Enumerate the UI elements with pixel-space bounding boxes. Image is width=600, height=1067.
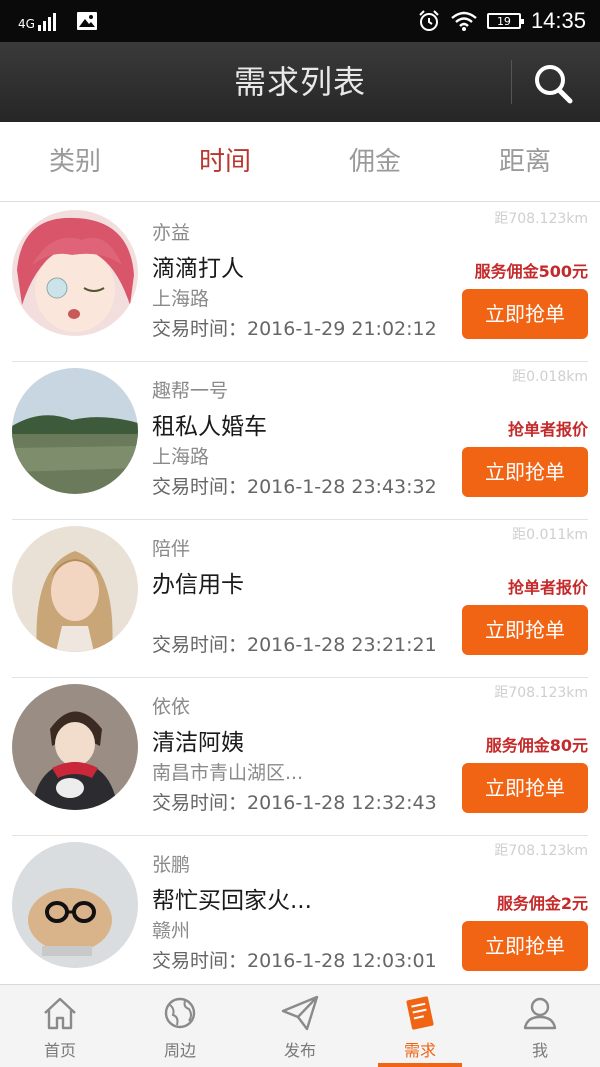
- item-time: 交易时间：2016-1-29 21:02:12: [152, 318, 437, 340]
- avatar: [12, 684, 138, 810]
- item-distance: 距708.123km: [494, 843, 588, 859]
- network-type: 4G: [18, 17, 35, 31]
- search-icon: [535, 65, 573, 104]
- item-title: 滴滴打人: [152, 256, 244, 282]
- battery-level: 19: [496, 14, 511, 28]
- clock: 14:35: [530, 8, 586, 33]
- item-title: 清洁阿姨: [152, 730, 244, 756]
- user-name: 亦益: [152, 222, 191, 244]
- nav-publish[interactable]: 发布: [240, 985, 360, 1067]
- item-title: 租私人婚车: [152, 414, 267, 440]
- alarm-icon: [419, 10, 439, 31]
- document-icon: [406, 996, 434, 1030]
- list-item[interactable]: 亦益 滴滴打人 上海路 交易时间：2016-1-29 21:02:12 距708…: [12, 204, 588, 362]
- list-item[interactable]: 依依 清洁阿姨 南昌市青山湖区... 交易时间：2016-1-28 12:32:…: [12, 678, 588, 836]
- avatar: [12, 368, 138, 494]
- battery-icon: 19: [486, 13, 524, 29]
- demand-list: 亦益 滴滴打人 上海路 交易时间：2016-1-29 21:02:12 距708…: [0, 204, 600, 994]
- item-location: 赣州: [152, 920, 191, 942]
- tab-category[interactable]: 类别: [0, 122, 150, 201]
- item-distance: 距708.123km: [494, 685, 588, 701]
- list-item[interactable]: 陪伴 办信用卡 交易时间：2016-1-28 23:21:21 距0.011km…: [12, 520, 588, 678]
- globe-icon: [164, 997, 196, 1029]
- nav-label: 需求: [403, 1041, 436, 1060]
- item-price: 抢单者报价: [507, 420, 588, 439]
- item-time: 交易时间：2016-1-28 23:43:32: [152, 476, 437, 498]
- item-distance: 距0.018km: [512, 369, 588, 385]
- avatar: [12, 526, 138, 652]
- tab-commission[interactable]: 佣金: [300, 122, 450, 201]
- item-distance: 距0.011km: [512, 527, 588, 543]
- signal-icon: 4G: [18, 11, 62, 31]
- page-title: 需求列表: [233, 63, 366, 101]
- send-icon: [281, 995, 319, 1031]
- list-item[interactable]: 张鹏 帮忙买回家火... 赣州 交易时间：2016-1-28 12:03:01 …: [12, 836, 588, 994]
- grab-order-button[interactable]: 立即抢单: [462, 605, 588, 655]
- user-name: 陪伴: [152, 538, 191, 560]
- item-title: 帮忙买回家火...: [152, 888, 312, 914]
- grab-order-button[interactable]: 立即抢单: [462, 763, 588, 813]
- nav-home[interactable]: 首页: [0, 985, 120, 1067]
- item-location: 上海路: [152, 446, 210, 468]
- item-price: 服务佣金80元: [485, 736, 588, 755]
- nav-label: 首页: [43, 1041, 76, 1060]
- user-name: 依依: [152, 696, 191, 718]
- item-time: 交易时间：2016-1-28 12:32:43: [152, 792, 437, 814]
- app-header: 需求列表: [0, 42, 600, 122]
- nav-label: 我: [531, 1041, 548, 1060]
- status-bar: 4G 19 14:35: [0, 0, 600, 42]
- grab-order-button[interactable]: 立即抢单: [462, 921, 588, 971]
- nav-label: 发布: [283, 1041, 316, 1060]
- avatar: [12, 210, 138, 336]
- item-time: 交易时间：2016-1-28 23:21:21: [152, 634, 437, 656]
- header-divider: [511, 60, 512, 104]
- grab-order-button[interactable]: 立即抢单: [462, 447, 588, 497]
- user-icon: [523, 997, 557, 1030]
- avatar: [12, 842, 138, 968]
- item-price: 服务佣金2元: [496, 894, 588, 913]
- grab-order-button[interactable]: 立即抢单: [462, 289, 588, 339]
- item-location: 上海路: [152, 288, 210, 310]
- item-title: 办信用卡: [152, 572, 244, 598]
- image-icon: [76, 12, 97, 30]
- user-name: 趣帮一号: [152, 380, 229, 402]
- home-icon: [44, 997, 76, 1030]
- item-location: 南昌市青山湖区...: [152, 762, 304, 784]
- nav-nearby[interactable]: 周边: [120, 985, 240, 1067]
- search-button[interactable]: [528, 60, 580, 106]
- active-indicator: [378, 1063, 462, 1067]
- tab-time[interactable]: 时间: [150, 122, 300, 201]
- wifi-icon: [451, 11, 477, 31]
- filter-tabs: 类别 时间 佣金 距离: [0, 122, 600, 202]
- nav-label: 周边: [163, 1041, 196, 1060]
- user-name: 张鹏: [152, 854, 191, 876]
- item-distance: 距708.123km: [494, 211, 588, 227]
- list-item[interactable]: 趣帮一号 租私人婚车 上海路 交易时间：2016-1-28 23:43:32 距…: [12, 362, 588, 520]
- nav-me[interactable]: 我: [480, 985, 600, 1067]
- item-price: 服务佣金500元: [474, 262, 588, 281]
- tab-distance[interactable]: 距离: [450, 122, 600, 201]
- item-time: 交易时间：2016-1-28 12:03:01: [152, 950, 437, 972]
- bottom-nav: 首页 周边 发布 需求 我: [0, 984, 600, 1067]
- item-price: 抢单者报价: [507, 578, 588, 597]
- nav-demand[interactable]: 需求: [360, 985, 480, 1067]
